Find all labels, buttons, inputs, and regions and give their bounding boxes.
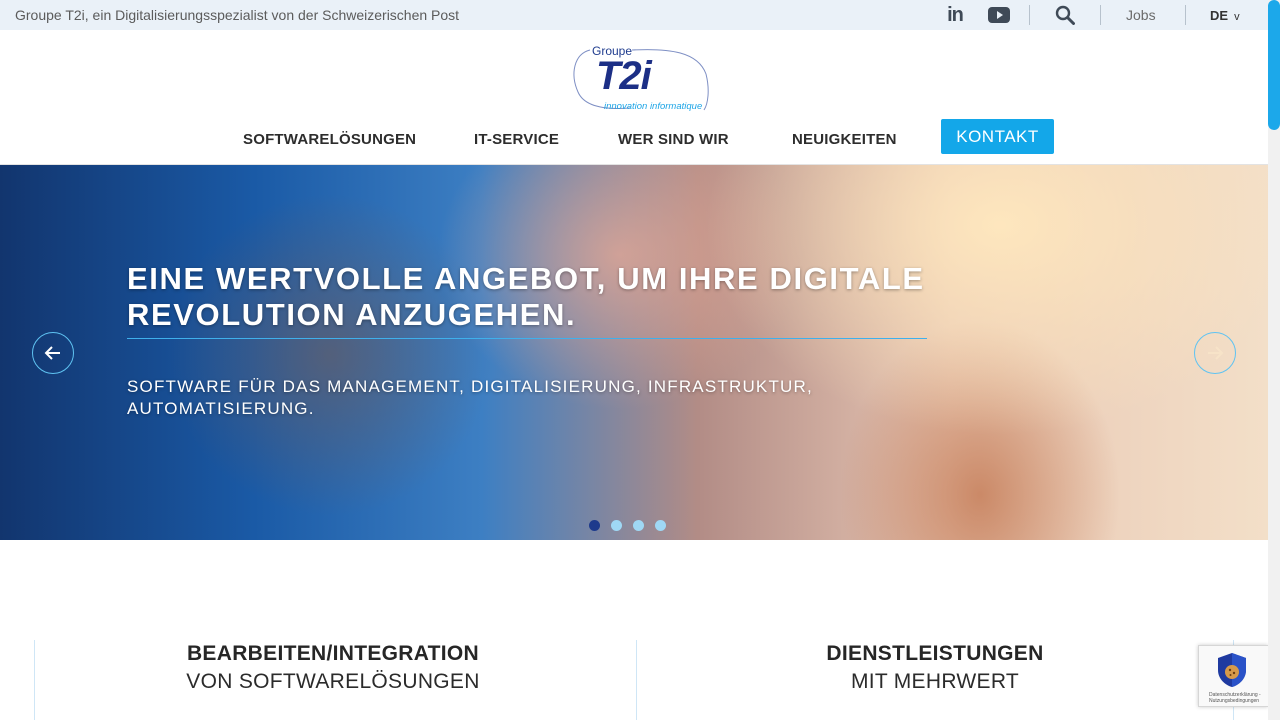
page-scrollbar[interactable]: [1268, 0, 1280, 720]
column-divider: [34, 640, 35, 720]
arrow-right-icon[interactable]: [1194, 332, 1236, 374]
logo-subtitle: innovation informatique: [604, 101, 703, 112]
logo-name: T2i: [596, 54, 652, 98]
topbar-separator: [1185, 5, 1186, 25]
service-subtitle: MIT MEHRWERT: [850, 670, 1020, 693]
recaptcha-badge[interactable]: Datenschutzerklärung - Nutzungsbedingung…: [1198, 645, 1268, 707]
slider-dot[interactable]: [655, 520, 666, 531]
hero-headline: EINE WERTVOLLE ANGEBOT, UM IHRE DIGITALE…: [127, 261, 925, 332]
nav-item-softwareloesungen[interactable]: SOFTWARELÖSUNGEN: [243, 131, 416, 148]
tagline: Groupe T2i, ein Digitalisierungsspeziali…: [15, 7, 460, 23]
hero-slider: EINE WERTVOLLE ANGEBOT, UM IHRE DIGITALE…: [0, 165, 1268, 540]
service-card-dienstleistungen[interactable]: DIENSTLEISTUNGEN MIT MEHRWERT: [655, 642, 1215, 694]
main-nav: SOFTWARELÖSUNGEN IT-SERVICE WER SIND WIR…: [0, 119, 1268, 160]
linkedin-icon[interactable]: in: [943, 4, 967, 26]
nav-item-wer-sind-wir[interactable]: WER SIND WIR: [618, 131, 729, 148]
recaptcha-text: Datenschutzerklärung - Nutzungsbedingung…: [1209, 692, 1261, 704]
scrollbar-thumb[interactable]: [1268, 0, 1280, 130]
hero-subline: SOFTWARE FÜR DAS MANAGEMENT, DIGITALISIE…: [127, 377, 813, 418]
slider-dot[interactable]: [611, 520, 622, 531]
slider-dot[interactable]: [589, 520, 600, 531]
language-selector[interactable]: DE v: [1210, 8, 1240, 23]
hero-divider: [127, 338, 927, 339]
top-bar: Groupe T2i, ein Digitalisierungsspeziali…: [0, 0, 1268, 30]
recaptcha-shield-icon: [1218, 653, 1246, 687]
site-header: Groupe T2i innovation informatique SOFTW…: [0, 30, 1268, 165]
slider-dot[interactable]: [633, 520, 644, 531]
topbar-separator: [1100, 5, 1101, 25]
jobs-link[interactable]: Jobs: [1126, 7, 1156, 23]
service-title: BEARBEITEN/INTEGRATION: [186, 642, 480, 665]
service-card-integration[interactable]: BEARBEITEN/INTEGRATION VON SOFTWARELÖSUN…: [53, 642, 613, 694]
chevron-down-icon: v: [1234, 11, 1240, 23]
service-title: DIENSTLEISTUNGEN: [826, 642, 1044, 665]
nav-item-neuigkeiten[interactable]: NEUIGKEITEN: [792, 131, 897, 148]
nav-item-it-service[interactable]: IT-SERVICE: [474, 131, 559, 148]
search-icon[interactable]: [1054, 4, 1076, 26]
arrow-left-icon[interactable]: [32, 332, 74, 374]
youtube-icon[interactable]: [987, 4, 1011, 26]
contact-button[interactable]: KONTAKT: [941, 119, 1054, 154]
slider-dots: [589, 520, 666, 531]
service-subtitle: VON SOFTWARELÖSUNGEN: [186, 670, 480, 693]
topbar-separator: [1029, 5, 1030, 25]
column-divider: [636, 640, 637, 720]
language-label: DE: [1210, 8, 1229, 23]
logo[interactable]: Groupe T2i innovation informatique: [570, 44, 712, 116]
